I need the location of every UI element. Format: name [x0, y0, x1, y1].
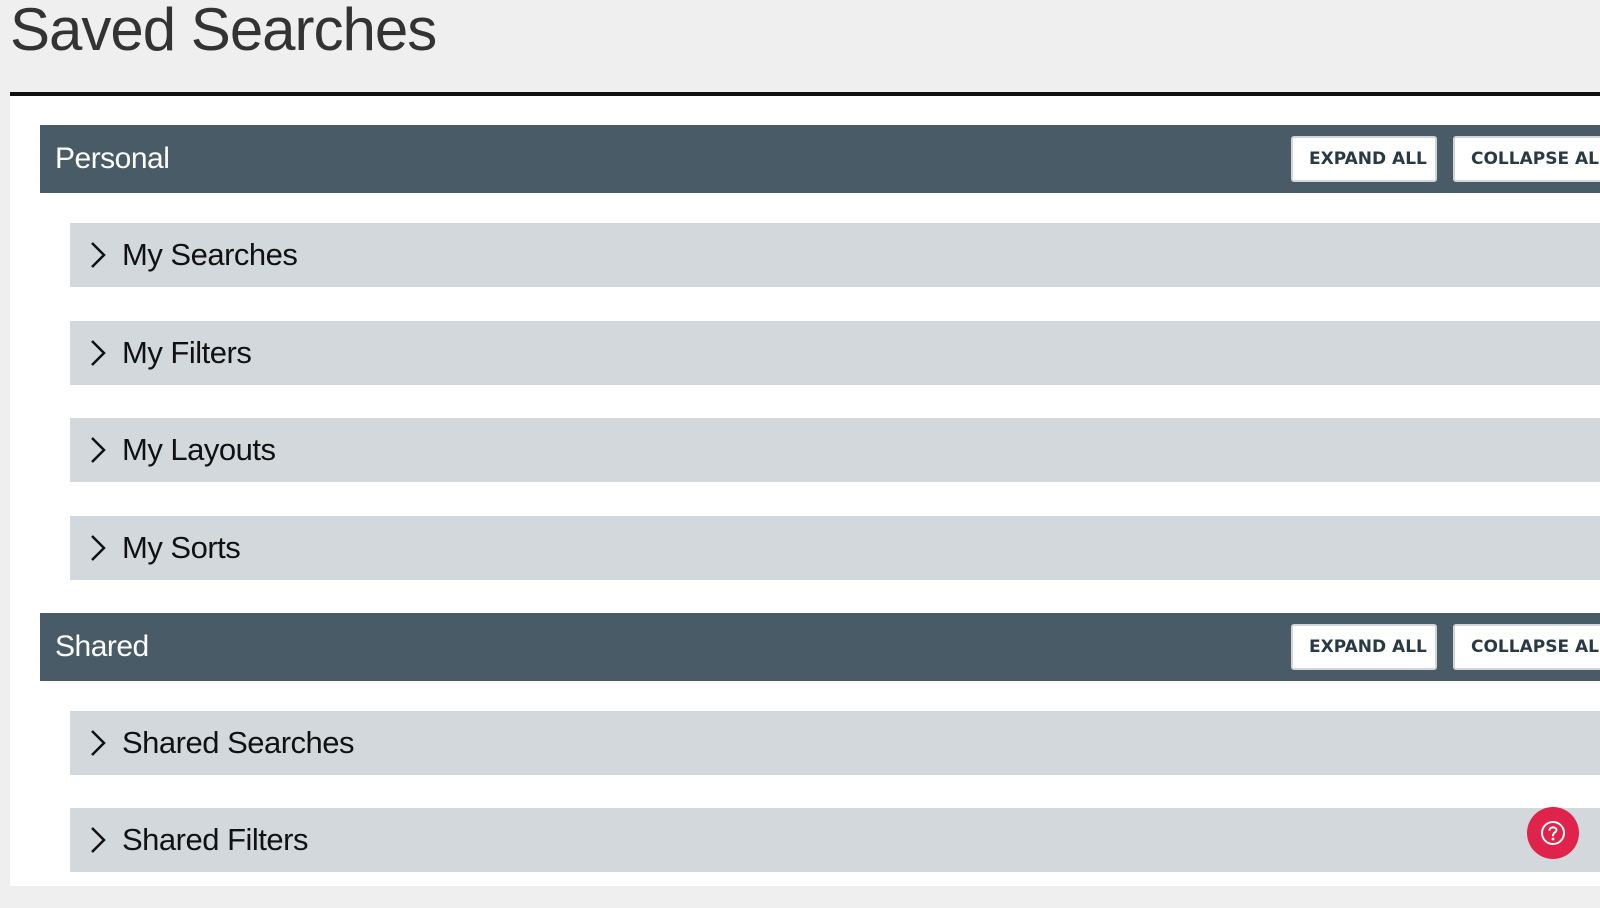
accordion-label: Shared Searches: [122, 725, 355, 760]
accordion-item-my-searches[interactable]: My Searches: [70, 223, 1600, 287]
chevron-right-icon: [91, 242, 106, 268]
accordion-label: My Layouts: [122, 432, 276, 467]
collapse-all-button-personal[interactable]: COLLAPSE ALL: [1453, 136, 1600, 182]
accordion-item-my-layouts[interactable]: My Layouts: [70, 418, 1600, 482]
expand-all-button-personal[interactable]: EXPAND ALL: [1291, 136, 1437, 182]
help-button[interactable]: [1527, 807, 1579, 859]
saved-searches-panel: Personal EXPAND ALL COLLAPSE ALL My Sear…: [10, 96, 1600, 908]
section-title-shared: Shared: [55, 630, 149, 663]
chevron-right-icon: [91, 827, 106, 853]
accordion-label: Shared Filters: [122, 822, 308, 857]
page-title: Saved Searches: [10, 0, 437, 63]
accordion-item-shared-filters[interactable]: Shared Filters: [70, 808, 1600, 872]
accordion-item-shared-searches[interactable]: Shared Searches: [70, 711, 1600, 775]
accordion-label: My Filters: [122, 335, 252, 370]
accordion-label: My Searches: [122, 237, 298, 272]
section-header-shared: Shared EXPAND ALL COLLAPSE ALL: [40, 613, 1600, 681]
help-icon: [1541, 821, 1565, 845]
page-bottom-edge: [0, 886, 1600, 908]
accordion-label: My Sorts: [122, 530, 241, 565]
chevron-right-icon: [91, 437, 106, 463]
section-header-personal: Personal EXPAND ALL COLLAPSE ALL: [40, 125, 1600, 193]
accordion-item-my-filters[interactable]: My Filters: [70, 321, 1600, 385]
section-title-personal: Personal: [55, 142, 170, 175]
collapse-all-button-shared[interactable]: COLLAPSE ALL: [1453, 624, 1600, 670]
chevron-right-icon: [91, 730, 106, 756]
expand-all-button-shared[interactable]: EXPAND ALL: [1291, 624, 1437, 670]
accordion-item-my-sorts[interactable]: My Sorts: [70, 516, 1600, 580]
chevron-right-icon: [91, 340, 106, 366]
chevron-right-icon: [91, 535, 106, 561]
